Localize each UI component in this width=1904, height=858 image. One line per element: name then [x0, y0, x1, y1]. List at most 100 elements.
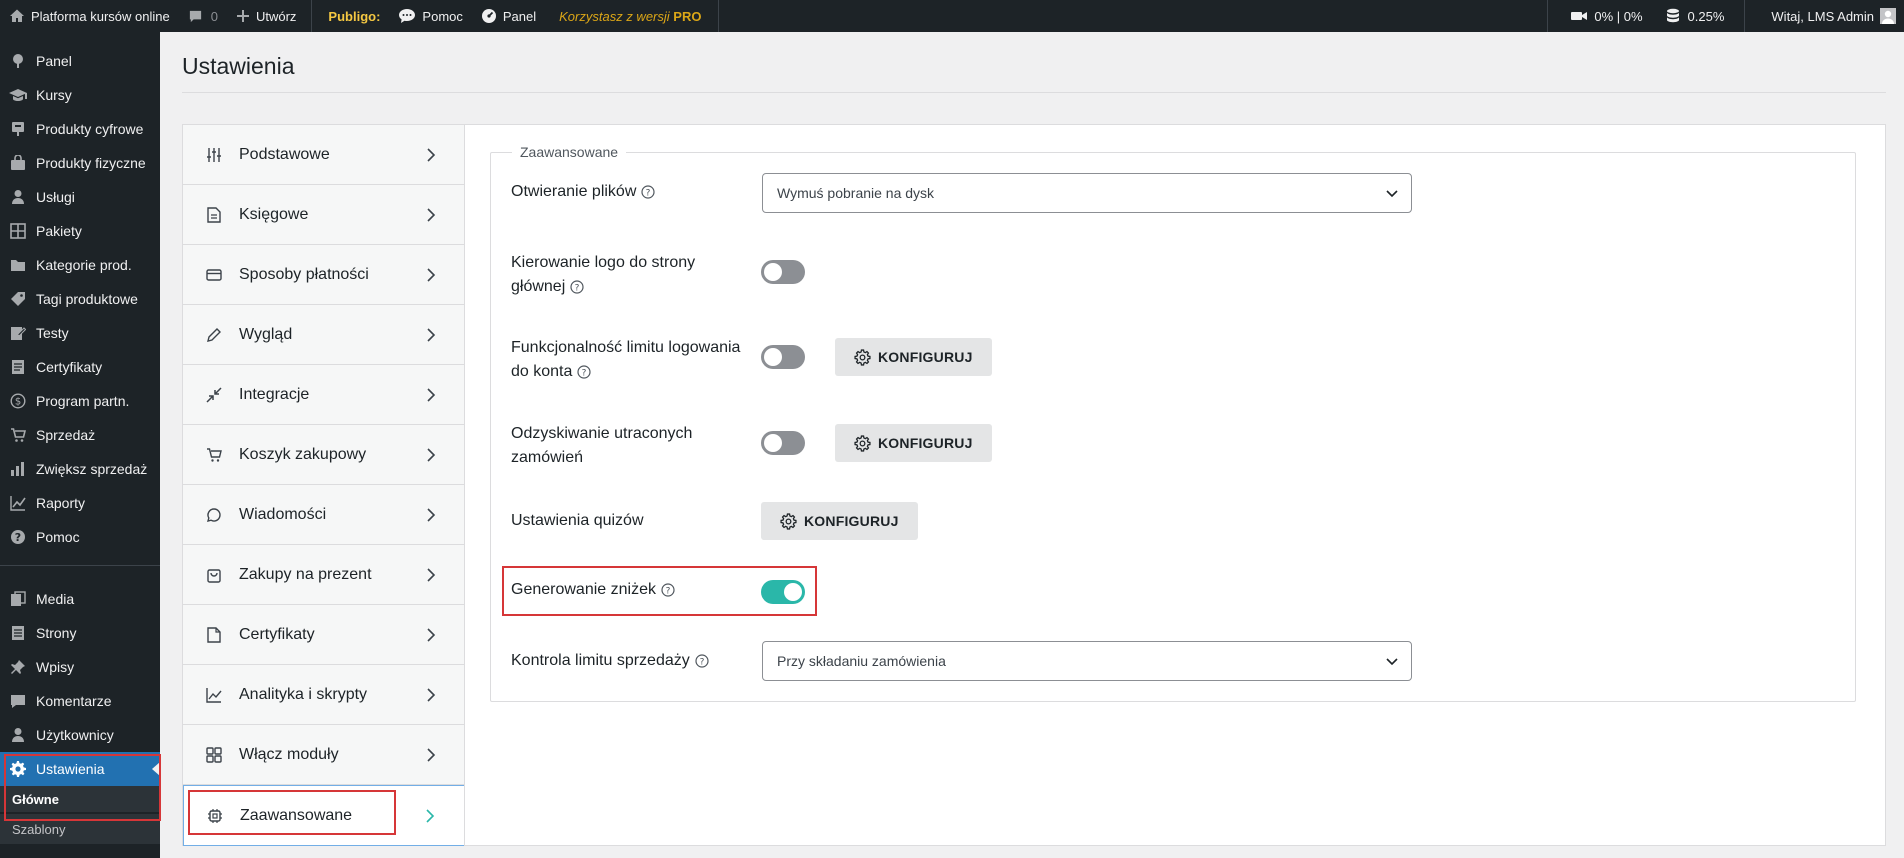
settings-tab-modules[interactable]: Włącz moduły	[183, 725, 465, 785]
configure-label: KONFIGURUJ	[878, 349, 973, 365]
sidebar-item-physical-products[interactable]: Produkty fizyczne	[0, 146, 160, 180]
publigo-menu: Publigo:	[312, 0, 389, 32]
logo-link-label-line2: głównej	[511, 278, 566, 295]
settings-tab-certificates[interactable]: Certyfikaty	[183, 605, 465, 665]
title-divider	[182, 92, 1886, 93]
edit-icon	[8, 323, 28, 343]
sidebar-item-panel[interactable]: Panel	[0, 44, 160, 78]
help-icon[interactable]: ?	[577, 365, 591, 379]
db-stats[interactable]: 0.25%	[1652, 0, 1745, 32]
comments-count: 0	[210, 8, 218, 24]
admin-bar: Platforma kursów online 0 Utwórz Publigo…	[0, 0, 1904, 32]
speech-bubble-icon	[398, 8, 416, 24]
sidebar-divider	[0, 565, 160, 566]
site-name-link[interactable]: Platforma kursów online	[0, 0, 179, 32]
sidebar-item-users[interactable]: Użytkownicy	[0, 718, 160, 752]
sidebar-item-tests[interactable]: Testy	[0, 316, 160, 350]
video-stats[interactable]: 0% | 0%	[1548, 0, 1651, 32]
logo-link-toggle[interactable]	[761, 260, 805, 284]
sidebar-item-reports[interactable]: Raporty	[0, 486, 160, 520]
sidebar-item-posts[interactable]: Wpisy	[0, 650, 160, 684]
submenu-item-templates[interactable]: Szablony	[0, 814, 160, 844]
sidebar-item-packages[interactable]: Pakiety	[0, 214, 160, 248]
pro-version-notice[interactable]: Korzystasz z wersji PRO	[545, 0, 710, 32]
settings-tab-appearance[interactable]: Wygląd	[183, 305, 465, 365]
pushpin-icon	[8, 657, 28, 677]
pages-icon	[8, 623, 28, 643]
svg-text:?: ?	[582, 368, 587, 378]
settings-tab-messages[interactable]: Wiadomości	[183, 485, 465, 545]
help-icon[interactable]: ?	[641, 185, 655, 199]
sidebar-item-affiliate-program[interactable]: $ Program partn.	[0, 384, 160, 418]
file-opening-select[interactable]: Wymuś pobranie na dysk	[762, 173, 1412, 213]
sidebar-item-label: Produkty cyfrowe	[36, 121, 144, 137]
settings-tab-gift-purchases[interactable]: Zakupy na prezent	[183, 545, 465, 605]
chart-icon	[205, 686, 223, 704]
settings-tab-payments[interactable]: Sposoby płatności	[183, 245, 465, 305]
login-limit-configure-button[interactable]: KONFIGURUJ	[835, 338, 992, 376]
gear-icon	[854, 348, 871, 366]
sidebar-item-courses[interactable]: Kursy	[0, 78, 160, 112]
sales-limit-select[interactable]: Przy składaniu zamówienia	[762, 641, 1412, 681]
submenu-item-general[interactable]: Główne	[0, 786, 160, 812]
sidebar-item-product-tags[interactable]: Tagi produktowe	[0, 282, 160, 316]
settings-tab-label: Wiadomości	[239, 505, 327, 523]
line-chart-icon	[8, 493, 28, 513]
chevron-right-icon	[423, 327, 439, 343]
sidebar-item-label: Panel	[36, 53, 72, 69]
sidebar-item-label: Pomoc	[36, 529, 80, 545]
new-content-link[interactable]: Utwórz	[227, 0, 305, 32]
login-limit-toggle[interactable]	[761, 345, 805, 369]
quiz-settings-label-text: Ustawienia quizów	[511, 512, 644, 529]
chevron-right-icon	[423, 147, 439, 163]
settings-tab-advanced[interactable]: Zaawansowane	[183, 785, 465, 846]
help-link[interactable]: Pomoc	[389, 0, 471, 32]
sidebar-item-certificates[interactable]: Certyfikaty	[0, 350, 160, 384]
file-opening-label-text: Otwieranie plików	[511, 183, 637, 200]
sidebar-item-boost-sales[interactable]: Zwiększ sprzedaż	[0, 452, 160, 486]
sidebar-item-digital-products[interactable]: Produkty cyfrowe	[0, 112, 160, 146]
settings-tab-analytics[interactable]: Analityka i skrypty	[183, 665, 465, 725]
sidebar-item-sales[interactable]: Sprzedaż	[0, 418, 160, 452]
help-icon[interactable]: ?	[570, 280, 584, 294]
chevron-right-icon	[423, 567, 439, 583]
sidebar-item-label: Tagi produktowe	[36, 291, 138, 307]
database-icon	[1666, 8, 1680, 24]
order-recovery-label: Odzyskiwanie utraconych zamówień	[511, 422, 692, 470]
panel-link[interactable]: Panel	[472, 0, 545, 32]
help-icon[interactable]: ?	[695, 654, 709, 668]
publigo-label: Publigo:	[328, 8, 381, 24]
sidebar-item-settings[interactable]: Ustawienia	[0, 752, 160, 786]
order-recovery-toggle[interactable]	[761, 431, 805, 455]
user-account-menu[interactable]: Witaj, LMS Admin	[1745, 0, 1904, 32]
sales-limit-label-text: Kontrola limitu sprzedaży	[511, 652, 690, 669]
sidebar-item-pages[interactable]: Strony	[0, 616, 160, 650]
settings-tab-label: Analityka i skrypty	[239, 685, 368, 703]
new-content-label: Utwórz	[255, 8, 297, 24]
video-camera-icon	[1570, 9, 1588, 23]
configure-label: KONFIGURUJ	[804, 513, 899, 529]
comments-link[interactable]: 0	[179, 0, 227, 32]
help-icon[interactable]: ?	[661, 583, 675, 597]
sidebar-item-label: Kategorie prod.	[36, 257, 132, 273]
quiz-settings-configure-button[interactable]: KONFIGURUJ	[761, 502, 918, 540]
chevron-right-icon	[423, 627, 439, 643]
settings-tab-integrations[interactable]: Integracje	[183, 365, 465, 425]
discount-generation-label: Generowanie zniżek?	[511, 578, 675, 602]
sidebar-item-services[interactable]: Usługi	[0, 180, 160, 214]
chevron-right-icon	[423, 447, 439, 463]
discount-generation-toggle[interactable]	[761, 580, 805, 604]
sidebar-item-label: Sprzedaż	[36, 427, 96, 443]
sidebar-item-product-categories[interactable]: Kategorie prod.	[0, 248, 160, 282]
settings-tab-accounting[interactable]: Księgowe	[183, 185, 465, 245]
chevron-right-icon	[423, 747, 439, 763]
sidebar-item-media[interactable]: Media	[0, 582, 160, 616]
settings-tab-basic[interactable]: Podstawowe	[183, 125, 465, 185]
sidebar-item-help[interactable]: ? Pomoc	[0, 520, 160, 554]
panel-label: Panel	[502, 8, 537, 24]
settings-tab-cart[interactable]: Koszyk zakupowy	[183, 425, 465, 485]
cart-icon	[205, 446, 223, 464]
sidebar-item-comments[interactable]: Komentarze	[0, 684, 160, 718]
order-recovery-configure-button[interactable]: KONFIGURUJ	[835, 424, 992, 462]
settings-tab-label: Włącz moduły	[239, 745, 339, 763]
